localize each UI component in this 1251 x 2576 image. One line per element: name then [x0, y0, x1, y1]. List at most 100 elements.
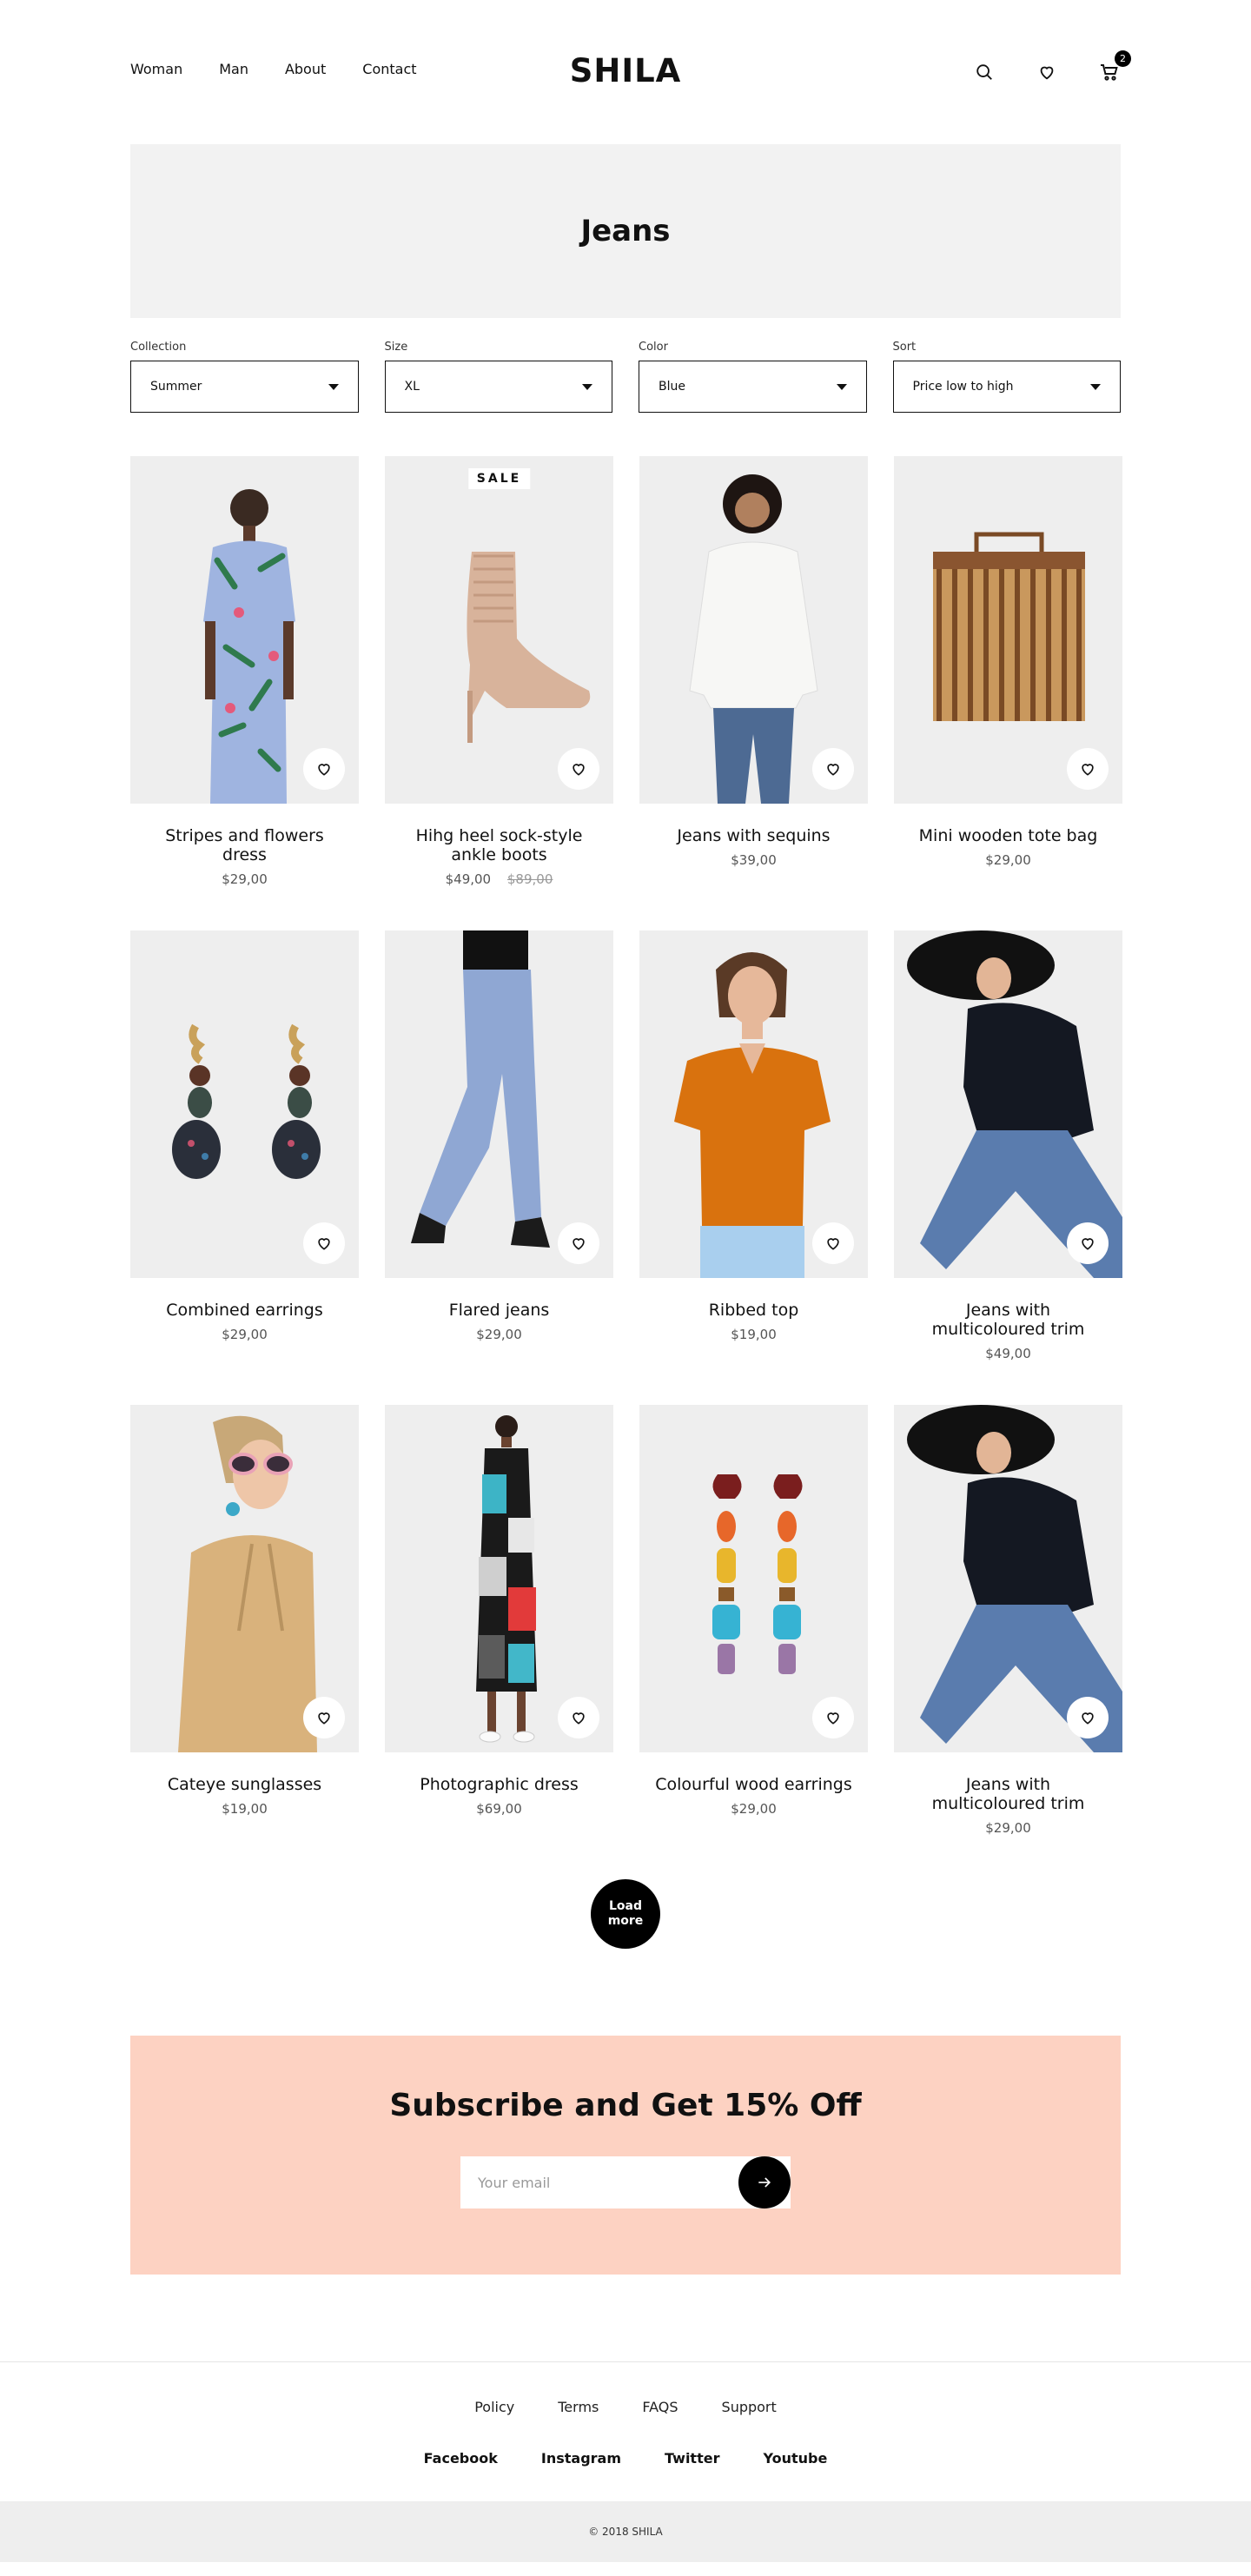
footer-link-faqs[interactable]: FAQS	[642, 2399, 678, 2415]
email-input[interactable]	[478, 2174, 738, 2191]
sort-select[interactable]: Price low to high	[892, 361, 1121, 413]
category-banner: Jeans	[130, 144, 1121, 318]
old-price: $89,00	[506, 871, 553, 887]
product-price: $69,00	[385, 1801, 613, 1817]
heart-icon[interactable]	[1036, 61, 1058, 83]
product-title[interactable]: Ribbed top	[639, 1301, 868, 1320]
product-title[interactable]: Stripes and flowers dress	[130, 826, 359, 864]
product-price: $49,00 $89,00	[385, 871, 613, 887]
product-image[interactable]	[639, 1405, 868, 1752]
heart-icon	[827, 764, 839, 776]
select-value: Price low to high	[912, 380, 1014, 394]
caret-down-icon	[582, 383, 592, 390]
collection-select[interactable]: Summer	[130, 361, 359, 413]
footer-links: Policy Terms FAQS Support	[0, 2399, 1251, 2415]
favorite-button[interactable]	[812, 748, 854, 790]
favorite-button[interactable]	[1067, 1222, 1109, 1264]
favorite-button[interactable]	[812, 1697, 854, 1738]
size-select[interactable]: XL	[384, 361, 612, 413]
product-card[interactable]: Jeans with sequins $39,00	[639, 456, 868, 930]
product-card[interactable]: Cateye sunglasses $19,00	[130, 1405, 359, 1879]
caret-down-icon	[836, 383, 847, 390]
heart-icon	[573, 1712, 585, 1725]
product-card[interactable]: Jeans with multicoloured trim $29,00	[894, 1405, 1122, 1879]
product-card[interactable]: Combined earrings $29,00	[130, 930, 359, 1405]
price: $29,00	[476, 1327, 522, 1342]
product-image[interactable]	[130, 1405, 359, 1752]
heart-icon	[573, 1238, 585, 1250]
product-card[interactable]: Jeans with multicoloured trim $49,00	[894, 930, 1122, 1405]
social-link-youtube[interactable]: Youtube	[763, 2450, 827, 2467]
product-price: $29,00	[894, 852, 1122, 868]
product-card[interactable]: Stripes and flowers dress $29,00	[130, 456, 359, 930]
cart-icon[interactable]: 2	[1098, 50, 1131, 83]
nav-man[interactable]: Man	[219, 61, 248, 77]
filter-collection: Collection Summer	[130, 341, 359, 413]
social-link-twitter[interactable]: Twitter	[665, 2450, 719, 2467]
product-title[interactable]: Jeans with sequins	[639, 826, 868, 845]
nav-about[interactable]: About	[285, 61, 326, 77]
footer-link-support[interactable]: Support	[722, 2399, 777, 2415]
favorite-button[interactable]	[303, 1222, 345, 1264]
product-card[interactable]: Flared jeans $29,00	[385, 930, 613, 1405]
favorite-button[interactable]	[558, 748, 599, 790]
product-image[interactable]: SALE	[385, 456, 613, 804]
search-icon[interactable]	[973, 61, 996, 83]
heart-icon	[827, 1712, 839, 1725]
product-title[interactable]: Cateye sunglasses	[130, 1775, 359, 1794]
product-card[interactable]: Mini wooden tote bag $29,00	[894, 456, 1122, 930]
product-price: $19,00	[130, 1801, 359, 1817]
favorite-button[interactable]	[812, 1222, 854, 1264]
nav-contact[interactable]: Contact	[362, 61, 416, 77]
product-title[interactable]: Mini wooden tote bag	[894, 826, 1122, 845]
product-image[interactable]	[894, 456, 1122, 804]
product-image[interactable]	[385, 930, 613, 1278]
subscribe-title: Subscribe and Get 15% Off	[389, 2088, 862, 2123]
favorite-button[interactable]	[1067, 1697, 1109, 1738]
price: $39,00	[731, 852, 777, 868]
product-card[interactable]: SALE Hihg heel sock-style ankle boots $4…	[385, 456, 613, 930]
social-link-instagram[interactable]: Instagram	[541, 2450, 621, 2467]
logo[interactable]: SHILA	[570, 52, 682, 89]
social-link-facebook[interactable]: Facebook	[424, 2450, 498, 2467]
product-title[interactable]: Colourful wood earrings	[639, 1775, 868, 1794]
product-image[interactable]	[130, 930, 359, 1278]
favorite-button[interactable]	[558, 1222, 599, 1264]
cart-count-badge: 2	[1115, 50, 1131, 67]
footer-link-terms[interactable]: Terms	[558, 2399, 599, 2415]
filter-label: Size	[384, 341, 408, 354]
product-title[interactable]: Flared jeans	[385, 1301, 613, 1320]
color-select[interactable]: Blue	[639, 361, 867, 413]
subscribe-form	[460, 2156, 791, 2208]
heart-icon	[318, 1712, 330, 1725]
filter-label: Sort	[892, 341, 917, 354]
price: $29,00	[731, 1801, 777, 1817]
product-price: $29,00	[639, 1801, 868, 1817]
nav-woman[interactable]: Woman	[130, 61, 182, 77]
product-card[interactable]: Colourful wood earrings $29,00	[639, 1405, 868, 1879]
heart-icon	[1082, 1238, 1094, 1250]
price: $49,00	[445, 871, 492, 887]
product-card[interactable]: Photographic dress $69,00	[385, 1405, 613, 1879]
product-title[interactable]: Jeans with multicoloured trim	[894, 1775, 1122, 1813]
product-title[interactable]: Jeans with multicoloured trim	[894, 1301, 1122, 1339]
product-title[interactable]: Combined earrings	[130, 1301, 359, 1320]
product-image[interactable]	[385, 1405, 613, 1752]
filters: Collection Summer Size XL Color Blue Sor…	[130, 341, 1121, 413]
product-card[interactable]: Ribbed top $19,00	[639, 930, 868, 1405]
product-image[interactable]	[639, 930, 868, 1278]
product-image[interactable]	[130, 456, 359, 804]
favorite-button[interactable]	[558, 1697, 599, 1738]
product-image[interactable]	[894, 1405, 1122, 1752]
product-title[interactable]: Photographic dress	[385, 1775, 613, 1794]
product-price: $29,00	[130, 871, 359, 887]
load-more-button[interactable]: Load more	[591, 1879, 660, 1949]
product-title[interactable]: Hihg heel sock-style ankle boots	[385, 826, 613, 864]
product-image[interactable]	[639, 456, 868, 804]
footer-link-policy[interactable]: Policy	[474, 2399, 514, 2415]
favorite-button[interactable]	[1067, 748, 1109, 790]
subscribe-submit-button[interactable]	[738, 2156, 791, 2208]
favorite-button[interactable]	[303, 1697, 345, 1738]
favorite-button[interactable]	[303, 748, 345, 790]
product-image[interactable]	[894, 930, 1122, 1278]
